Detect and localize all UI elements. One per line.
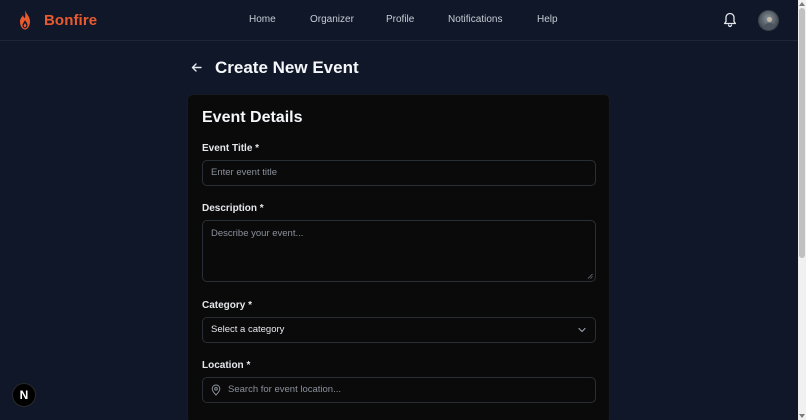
category-label: Category * (202, 300, 253, 311)
scrollbar[interactable] (798, 0, 806, 420)
nav-link-notifications[interactable]: Notifications (448, 14, 502, 25)
event-details-card: Event Details Event Title * Enter event … (187, 94, 610, 420)
scroll-down-arrow-icon[interactable] (799, 414, 805, 418)
avatar-head (767, 17, 772, 22)
location-input[interactable]: Search for event location... (202, 377, 596, 403)
nav-link-help[interactable]: Help (537, 14, 558, 25)
avatar[interactable] (758, 10, 779, 31)
scroll-up-arrow-icon[interactable] (799, 2, 805, 6)
page-title: Create New Event (215, 58, 359, 77)
scroll-thumb[interactable] (799, 8, 805, 258)
nav-link-profile[interactable]: Profile (386, 14, 414, 25)
map-pin-icon (211, 384, 221, 396)
description-label: Description * (202, 203, 264, 214)
location-placeholder: Search for event location... (228, 384, 342, 395)
back-arrow-icon[interactable] (190, 61, 203, 74)
bell-icon[interactable] (723, 12, 737, 28)
event-title-label: Event Title * (202, 143, 260, 154)
chevron-down-icon (578, 327, 586, 333)
category-select[interactable]: Select a category (202, 317, 596, 343)
location-label: Location * (202, 360, 251, 371)
event-title-input[interactable]: Enter event title (202, 160, 596, 186)
category-select-value: Select a category (211, 324, 285, 335)
description-placeholder: Describe your event... (211, 228, 304, 239)
card-title: Event Details (202, 109, 303, 126)
navbar: Bonfire Home Organizer Profile Notificat… (0, 0, 798, 41)
page: Bonfire Home Organizer Profile Notificat… (0, 0, 806, 420)
resize-handle-icon[interactable] (587, 273, 593, 279)
nav-link-home[interactable]: Home (249, 14, 276, 25)
avatar-body (764, 23, 775, 30)
description-textarea[interactable]: Describe your event... (202, 220, 596, 282)
nav-links: Home Organizer Profile Notifications Hel… (0, 14, 798, 28)
n-badge[interactable]: N (12, 383, 36, 407)
nav-link-organizer[interactable]: Organizer (310, 14, 354, 25)
event-title-placeholder: Enter event title (211, 167, 278, 178)
